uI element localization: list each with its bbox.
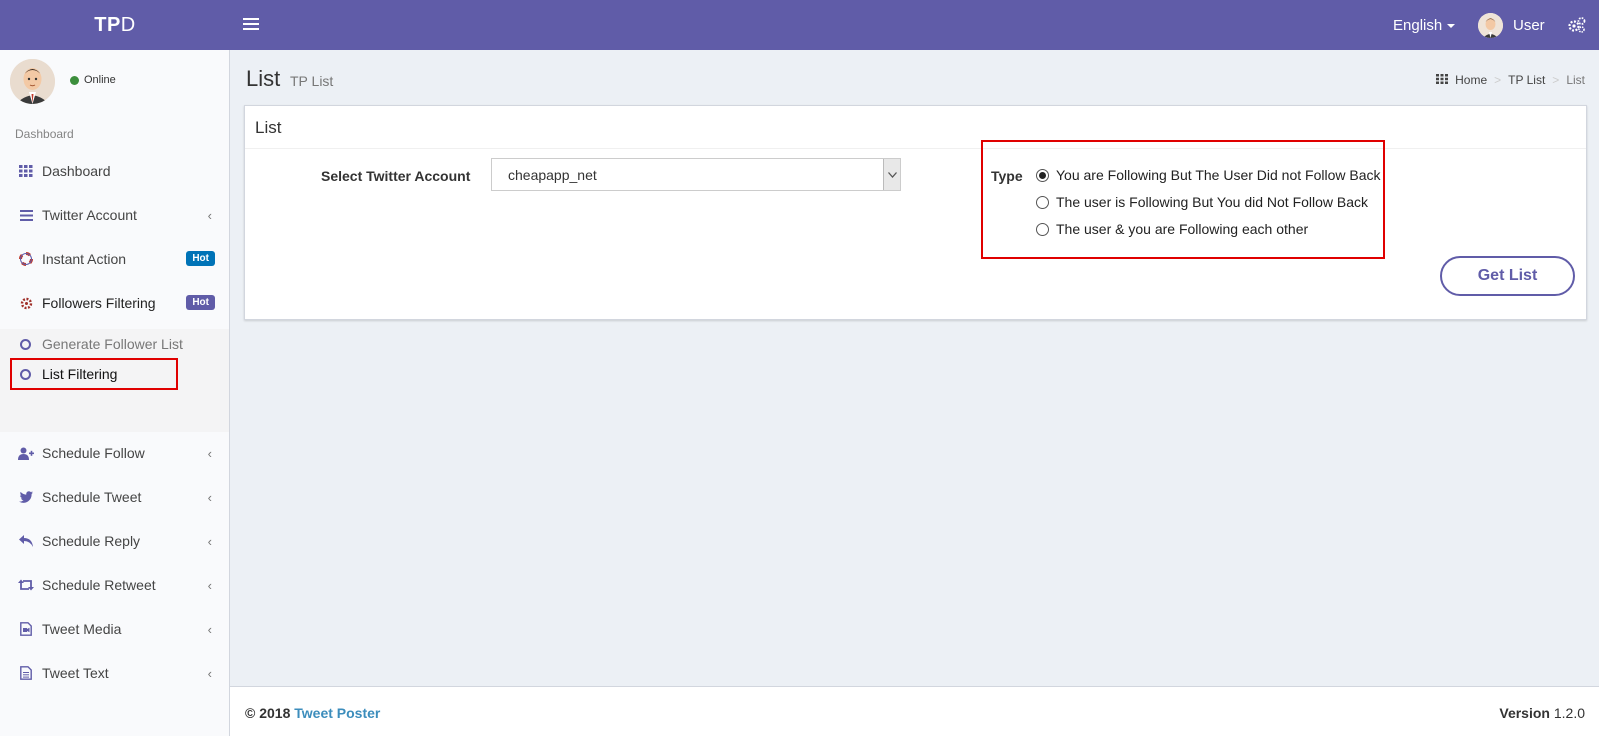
breadcrumb-tp-list-link[interactable]: TP List (1508, 73, 1545, 87)
grid-icon (18, 163, 34, 179)
user-panel: Online (10, 59, 220, 107)
sidebar-toggle-icon[interactable] (243, 15, 259, 35)
circle-icon (20, 338, 31, 350)
settings-gears-icon[interactable] (1567, 15, 1587, 35)
radio-option-mutual-following[interactable]: The user & you are Following each other (1036, 221, 1308, 237)
logo-bold-text: TP (94, 13, 121, 36)
sidebar-item-instant-action[interactable]: Instant Action Hot (0, 237, 230, 281)
version-number: 1.2.0 (1553, 705, 1585, 721)
twitter-account-select[interactable]: cheapapp_net (491, 158, 901, 191)
sidebar-item-followers-filtering[interactable]: Followers Filtering Hot (0, 281, 230, 325)
sidebar-item-tweet-text[interactable]: Tweet Text ‹ (0, 651, 230, 695)
radio-button[interactable] (1036, 222, 1049, 236)
chevron-left-icon: ‹ (207, 622, 212, 637)
box-divider (245, 148, 1586, 149)
version-info: Version 1.2.0 (1499, 705, 1585, 721)
breadcrumb-home-link[interactable]: Home (1455, 73, 1487, 87)
copyright: © 2018 Tweet Poster (245, 705, 380, 721)
radio-option-not-following-back[interactable]: You are Following But The User Did not F… (1036, 167, 1381, 183)
chevron-left-icon: ‹ (207, 666, 212, 681)
circle-icon (20, 368, 31, 380)
sidebar-item-schedule-follow[interactable]: Schedule Follow ‹ (0, 431, 230, 475)
page-title: List (246, 66, 281, 91)
radio-button[interactable] (1036, 195, 1049, 209)
submenu-item-generate-follower-list[interactable]: Generate Follower List (0, 330, 229, 358)
sidebar-item-dashboard[interactable]: Dashboard (0, 149, 230, 193)
sidebar-item-label: Schedule Retweet (42, 577, 156, 593)
footer: © 2018 Tweet Poster Version 1.2.0 (230, 686, 1599, 736)
user-name: User (1513, 16, 1545, 34)
select-account-label: Select Twitter Account (321, 168, 471, 184)
language-label: English (1393, 16, 1443, 34)
radio-option-label: The user is Following But You did Not Fo… (1056, 194, 1369, 210)
sidebar-item-label: Dashboard (42, 163, 111, 179)
submenu-item-label: List Filtering (42, 366, 118, 382)
radio-option-label: You are Following But The User Did not F… (1056, 167, 1381, 183)
breadcrumb: Home > TP List > List (1436, 73, 1585, 87)
chevron-left-icon: ‹ (207, 534, 212, 549)
type-label: Type (991, 168, 1023, 184)
sidebar-item-schedule-tweet[interactable]: Schedule Tweet ‹ (0, 475, 230, 519)
user-plus-icon (18, 445, 34, 461)
page-subtitle: TP List (290, 73, 334, 89)
submenu-item-list-filtering[interactable]: List Filtering (0, 360, 229, 388)
box-title: List (255, 118, 282, 137)
media-file-icon (18, 621, 34, 637)
sidebar-item-tweet-media[interactable]: Tweet Media ‹ (0, 607, 230, 651)
sidebar-item-label: Tweet Text (42, 665, 109, 681)
sidebar-item-schedule-retweet[interactable]: Schedule Retweet ‹ (0, 563, 230, 607)
get-list-button[interactable]: Get List (1440, 256, 1575, 296)
language-dropdown[interactable]: English (1393, 0, 1456, 50)
chevron-left-icon: ‹ (207, 208, 212, 223)
submenu-item-label: Generate Follower List (42, 336, 183, 352)
brand-link[interactable]: Tweet Poster (294, 705, 380, 721)
sidebar-item-schedule-reply[interactable]: Schedule Reply ‹ (0, 519, 230, 563)
retweet-icon (18, 577, 34, 593)
avatar (10, 59, 55, 104)
reply-icon (18, 533, 34, 549)
sidebar-section-header: Dashboard (15, 127, 74, 141)
sidebar-item-label: Schedule Reply (42, 533, 141, 549)
hot-badge: Hot (186, 251, 215, 266)
caret-down-icon (1447, 24, 1456, 28)
status-label: Online (84, 74, 116, 86)
radio-button[interactable] (1036, 168, 1049, 182)
list-box: List Select Twitter Account cheapapp_net… (244, 105, 1587, 320)
chevron-left-icon: ‹ (207, 490, 212, 505)
grid-icon (1436, 73, 1449, 87)
app-logo[interactable]: TP D (0, 0, 230, 50)
gear-icon (18, 295, 34, 311)
chevron-down-icon[interactable] (883, 159, 900, 190)
sidebar: Online Dashboard Dashboard Twitter Accou… (0, 50, 230, 736)
radio-option-you-not-following-back[interactable]: The user is Following But You did Not Fo… (1036, 194, 1368, 210)
hot-badge: Hot (186, 295, 215, 310)
sidebar-item-label: Schedule Follow (42, 445, 145, 461)
breadcrumb-separator: > (1494, 73, 1502, 87)
twitter-icon (18, 489, 34, 505)
version-label: Version (1499, 705, 1550, 721)
chevron-left-icon: ‹ (207, 446, 212, 461)
list-icon (18, 207, 34, 223)
breadcrumb-separator: > (1552, 73, 1560, 87)
logo-rest-text: D (120, 13, 136, 36)
lifebuoy-icon (18, 251, 34, 267)
status-dot-icon (70, 75, 79, 85)
top-navbar: TP D English User (0, 0, 1599, 50)
copyright-text: © 2018 (245, 705, 291, 721)
radio-option-label: The user & you are Following each other (1056, 221, 1309, 237)
sidebar-item-label: Tweet Media (42, 621, 122, 637)
sidebar-item-label: Twitter Account (42, 207, 137, 223)
online-status: Online (70, 74, 116, 86)
selected-account-value: cheapapp_net (508, 166, 597, 183)
sidebar-item-twitter-account[interactable]: Twitter Account ‹ (0, 193, 230, 237)
breadcrumb-current: List (1566, 73, 1585, 87)
user-menu[interactable]: User (1478, 0, 1545, 50)
chevron-left-icon: ‹ (207, 578, 212, 593)
avatar (1478, 12, 1503, 38)
text-file-icon (18, 665, 34, 681)
sidebar-item-label: Schedule Tweet (42, 489, 142, 505)
